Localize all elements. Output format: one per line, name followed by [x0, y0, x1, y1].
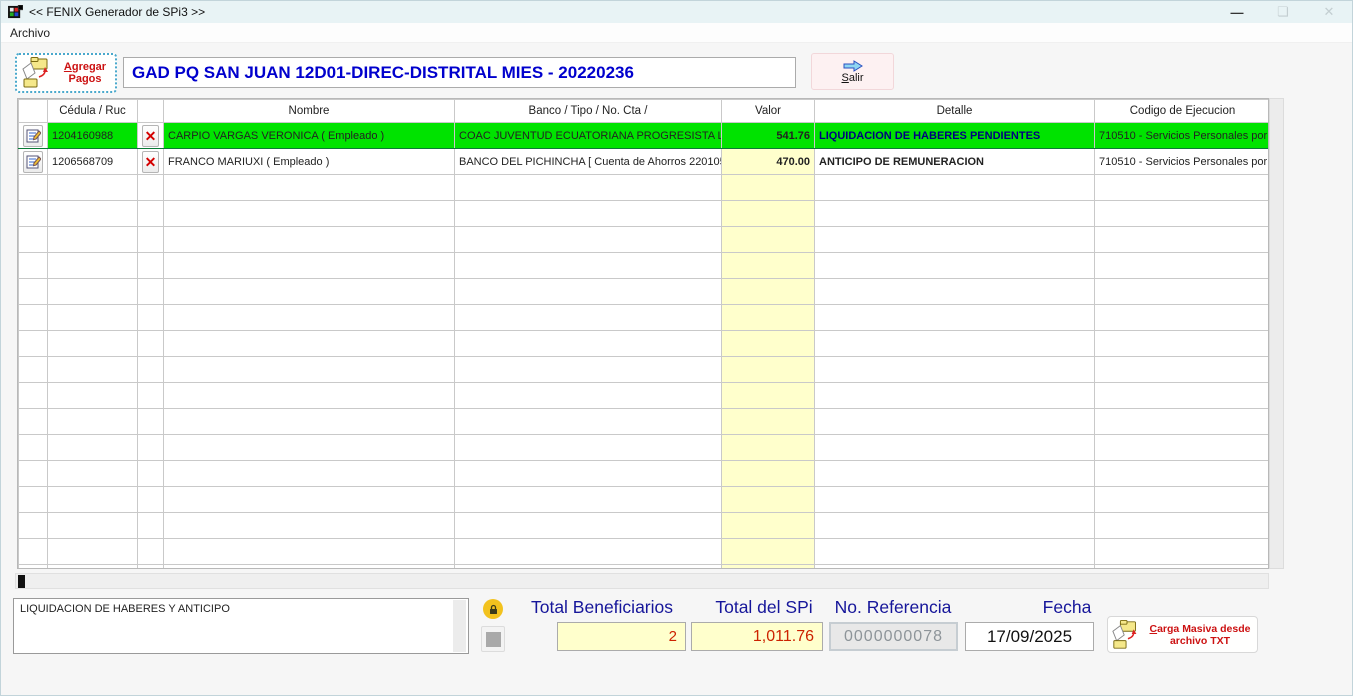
edit-icon: [26, 154, 41, 169]
delete-cell: ✕: [138, 149, 164, 175]
agregar-pagos-label: Agregar Pagos: [59, 61, 111, 85]
header-nombre: Nombre: [164, 100, 455, 123]
fecha-field[interactable]: 17/09/2025: [965, 622, 1094, 651]
total-beneficiarios-label: Total Beneficiarios: [519, 597, 685, 619]
app-window: << FENIX Generador de SPi3 >> — ❏ ✕ Arch…: [0, 0, 1353, 696]
total-spi-label: Total del SPi: [705, 597, 823, 619]
window-title: << FENIX Generador de SPi3 >>: [29, 5, 205, 19]
delete-x-icon: ✕: [145, 129, 157, 143]
observaciones-textarea[interactable]: [13, 598, 469, 654]
scrollbar-thumb[interactable]: [18, 575, 25, 588]
edit-cell: [19, 123, 48, 149]
banco-cell: COAC JUVENTUD ECUATORIANA PROGRESISTA LT…: [455, 123, 722, 149]
empty-row: [19, 201, 1270, 227]
grid-vertical-scrollbar[interactable]: [1269, 98, 1284, 569]
empty-row: [19, 539, 1270, 565]
delete-row-button[interactable]: ✕: [142, 125, 159, 147]
codigo-cell: 710510 - Servicios Personales por Contra…: [1095, 123, 1270, 149]
nombre-cell: CARPIO VARGAS VERONICA ( Empleado ): [164, 123, 455, 149]
menubar: Archivo: [1, 23, 1352, 43]
close-button[interactable]: ✕: [1306, 1, 1352, 23]
salir-label: Salir: [841, 72, 863, 84]
edit-cell: [19, 149, 48, 175]
header-edit-col: [19, 100, 48, 123]
gray-square-button[interactable]: [481, 626, 505, 652]
payment-row: 1206568709 ✕ FRANCO MARIUXI ( Empleado )…: [19, 149, 1270, 175]
header-cedula: Cédula / Ruc: [48, 100, 138, 123]
empty-row: [19, 409, 1270, 435]
carga-masiva-button[interactable]: Carga Masiva desde archivo TXT: [1107, 616, 1258, 653]
referencia-field: 0000000078: [829, 622, 958, 651]
edit-icon: [26, 128, 41, 143]
empty-row: [19, 227, 1270, 253]
valor-cell: 541.76: [722, 123, 815, 149]
delete-x-icon: ✕: [145, 155, 157, 169]
batch-title-input[interactable]: [123, 57, 796, 88]
header-delete-col: [138, 100, 164, 123]
header-detalle: Detalle: [815, 100, 1095, 123]
salir-button[interactable]: Salir: [811, 53, 894, 90]
header-banco: Banco / Tipo / No. Cta /: [455, 100, 722, 123]
header-codigo: Codigo de Ejecucion: [1095, 100, 1270, 123]
total-beneficiarios-field: 2: [557, 622, 686, 651]
gray-square-icon: [486, 632, 501, 647]
menu-archivo[interactable]: Archivo: [1, 24, 59, 42]
exit-arrow-icon: [843, 60, 863, 72]
lock-icon: [488, 604, 499, 615]
referencia-label: No. Referencia: [827, 597, 959, 619]
add-payments-folder-icon: [21, 57, 55, 89]
detalle-cell: ANTICIPO DE REMUNERACION: [815, 149, 1095, 175]
empty-row: [19, 305, 1270, 331]
bulk-load-folder-icon: [1111, 619, 1143, 651]
observaciones-scrollbar[interactable]: [453, 600, 466, 652]
grid-header-row: Cédula / Ruc Nombre Banco / Tipo / No. C…: [19, 100, 1270, 123]
banco-cell: BANCO DEL PICHINCHA [ Cuenta de Ahorros …: [455, 149, 722, 175]
payments-grid: Cédula / Ruc Nombre Banco / Tipo / No. C…: [17, 98, 1269, 569]
detalle-cell: LIQUIDACION DE HABERES PENDIENTES: [815, 123, 1095, 149]
empty-row: [19, 279, 1270, 305]
maximize-button[interactable]: ❏: [1260, 1, 1306, 23]
empty-row: [19, 175, 1270, 201]
empty-row: [19, 565, 1270, 570]
nombre-cell: FRANCO MARIUXI ( Empleado ): [164, 149, 455, 175]
empty-row: [19, 513, 1270, 539]
empty-row: [19, 487, 1270, 513]
edit-row-button[interactable]: [23, 151, 43, 173]
delete-row-button[interactable]: ✕: [142, 151, 159, 173]
titlebar: << FENIX Generador de SPi3 >> — ❏ ✕: [1, 1, 1352, 23]
cedula-cell: 1204160988: [48, 123, 138, 149]
valor-cell: 470.00: [722, 149, 815, 175]
header-valor: Valor: [722, 100, 815, 123]
payment-row: 1204160988 ✕ CARPIO VARGAS VERONICA ( Em…: [19, 123, 1270, 149]
edit-row-button[interactable]: [23, 125, 43, 147]
cedula-cell: 1206568709: [48, 149, 138, 175]
codigo-cell: 710510 - Servicios Personales por Contra…: [1095, 149, 1270, 175]
app-icon: [8, 5, 23, 19]
grid-horizontal-scrollbar[interactable]: [15, 573, 1269, 589]
total-spi-field: 1,011.76: [691, 622, 823, 651]
empty-row: [19, 357, 1270, 383]
empty-row: [19, 383, 1270, 409]
agregar-pagos-button[interactable]: Agregar Pagos: [15, 53, 117, 93]
carga-masiva-label: Carga Masiva desde archivo TXT: [1146, 623, 1254, 647]
empty-row: [19, 331, 1270, 357]
empty-row: [19, 435, 1270, 461]
minimize-button[interactable]: —: [1214, 1, 1260, 23]
delete-cell: ✕: [138, 123, 164, 149]
lock-button[interactable]: [483, 599, 503, 619]
empty-row: [19, 253, 1270, 279]
empty-row: [19, 461, 1270, 487]
